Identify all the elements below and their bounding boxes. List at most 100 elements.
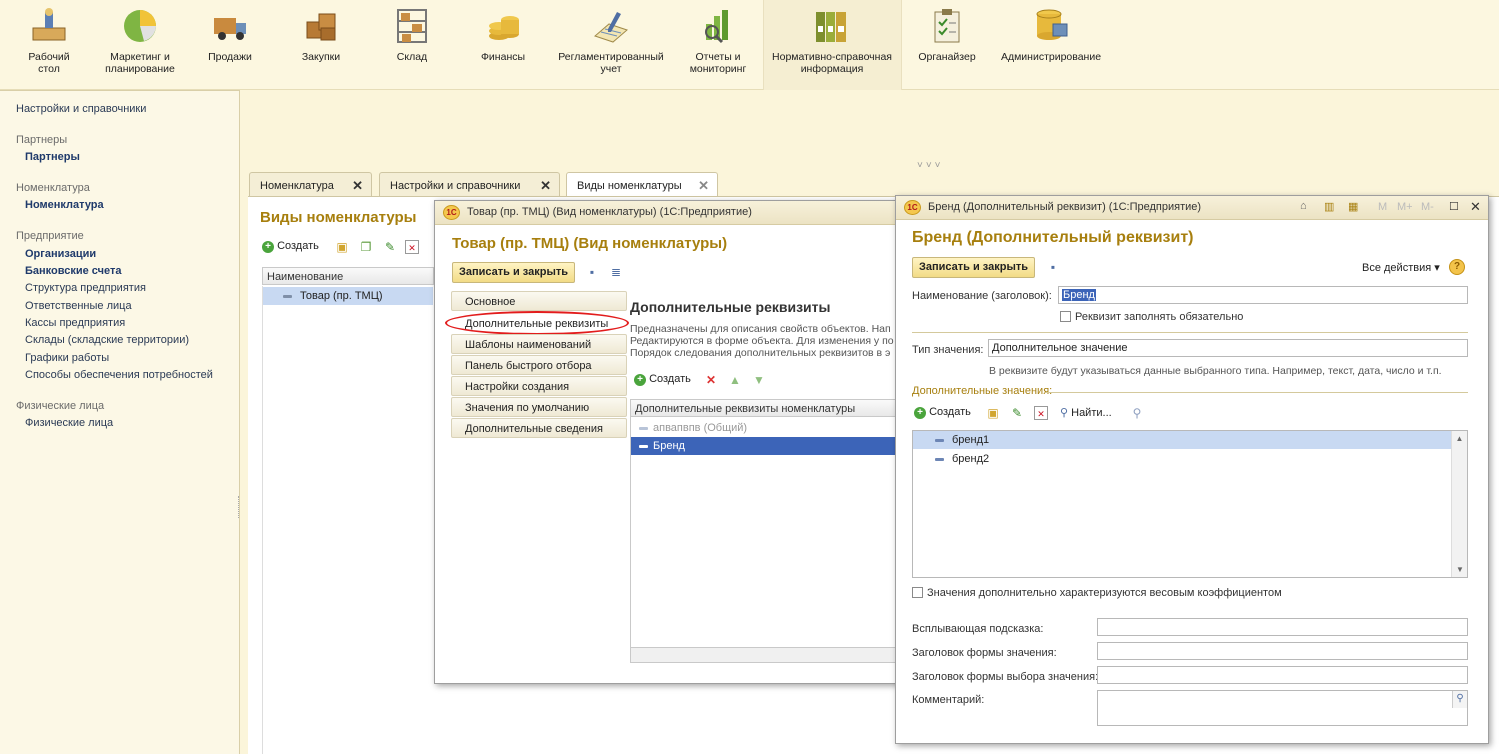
all-actions-menu[interactable]: Все действия ▾ (1362, 261, 1440, 274)
section-administration[interactable]: Администрирование (998, 6, 1104, 63)
close-icon[interactable]: ✕ (540, 178, 551, 194)
section-label: Финансы (480, 51, 526, 63)
scroll-up-icon[interactable]: ▲ (1452, 434, 1467, 443)
values-label: Дополнительные значения: (912, 385, 1053, 397)
save-disk-icon[interactable]: ▪ (585, 265, 599, 279)
section-organizer[interactable]: Органайзер (912, 6, 982, 63)
left-top-link[interactable]: Настройки и справочники (16, 103, 146, 115)
values-create-button[interactable]: + Создать (914, 406, 971, 419)
section-reports[interactable]: Отчеты и мониторинг (684, 6, 752, 75)
list-column-header[interactable]: Наименование (262, 267, 434, 285)
brand-attribute-window: 1С Бренд (Дополнительный реквизит) (1С:П… (895, 195, 1489, 744)
home-icon[interactable]: ⌂ (1300, 200, 1307, 212)
comment-input[interactable]: ⚲ (1097, 690, 1468, 726)
item-window-titlebar[interactable]: 1С Товар (пр. ТМЦ) (Вид номенклатуры) (1… (435, 201, 903, 225)
link-cash-desks[interactable]: Кассы предприятия (25, 317, 125, 329)
edit-pencil-icon[interactable]: ✎ (383, 240, 397, 254)
comment-label: Комментарий: (912, 694, 985, 706)
horizontal-scrollbar[interactable] (630, 647, 904, 663)
maximize-icon[interactable]: ☐ (1449, 200, 1459, 213)
memory-plus-button[interactable]: M+ (1397, 201, 1413, 213)
collapse-handle[interactable]: ˅˅˅ (917, 160, 944, 171)
list-form-title: Виды номенклатуры (260, 209, 417, 226)
link-partners[interactable]: Партнеры (25, 151, 80, 163)
weight-checkbox[interactable] (912, 587, 923, 598)
delete-icon[interactable]: ✕ (1034, 406, 1048, 420)
nav-default-values[interactable]: Значения по умолчанию (451, 397, 627, 417)
vertical-scrollbar[interactable]: ▲ ▼ (1451, 431, 1467, 577)
scroll-down-icon[interactable]: ▼ (1452, 565, 1468, 574)
calendar-icon[interactable]: ▥ (1324, 200, 1334, 213)
move-down-icon[interactable]: ▼ (752, 373, 766, 387)
close-icon[interactable]: ✕ (698, 178, 709, 194)
tab-settings-references[interactable]: Настройки и справочники ✕ (379, 172, 560, 197)
section-sales[interactable]: Продажи (200, 6, 260, 63)
choice-title-input[interactable] (1097, 666, 1468, 684)
required-checkbox[interactable] (1060, 311, 1071, 322)
name-input[interactable]: Бренд (1058, 286, 1468, 304)
desktop-icon (29, 6, 69, 46)
1c-logo-icon: 1С (904, 200, 921, 215)
form-title-input[interactable] (1097, 642, 1468, 660)
magnifier-icon[interactable]: ⚲ (1452, 691, 1467, 708)
section-purchases[interactable]: Закупки (290, 6, 352, 63)
edit-pencil-icon[interactable]: ✎ (1010, 406, 1024, 420)
close-icon[interactable]: ✕ (352, 178, 363, 194)
nav-quick-filter[interactable]: Панель быстрого отбора (451, 355, 627, 375)
section-marketing[interactable]: Маркетинг и планирование (100, 6, 180, 75)
nav-additional-info[interactable]: Дополнительные сведения (451, 418, 627, 438)
value-row-brand2[interactable]: бренд2 (913, 450, 1451, 468)
list-create-button[interactable]: + Создать (262, 240, 319, 253)
boxes-icon (301, 6, 341, 46)
nav-main[interactable]: Основное (451, 291, 627, 311)
find-button[interactable]: ⚲ Найти... (1060, 406, 1112, 419)
save-close-button[interactable]: Записать и закрыть (452, 262, 576, 283)
delete-icon[interactable]: ✕ (405, 240, 419, 254)
tooltip-input[interactable] (1097, 618, 1468, 636)
calculator-icon[interactable]: ▦ (1348, 200, 1358, 213)
tab-item-kinds[interactable]: Виды номенклатуры ✕ (566, 172, 718, 198)
list-icon[interactable]: ≣ (609, 265, 623, 279)
link-individuals[interactable]: Физические лица (25, 417, 113, 429)
link-nomenclature[interactable]: Номенклатура (25, 199, 104, 211)
attribute-row-brand[interactable]: Бренд (631, 437, 904, 455)
link-bank-accounts[interactable]: Банковские счета (25, 265, 122, 277)
help-icon[interactable]: ? (1449, 259, 1465, 275)
nav-name-templates[interactable]: Шаблоны наименований (451, 334, 627, 354)
section-warehouse[interactable]: Склад (382, 6, 442, 63)
close-icon[interactable]: ✕ (1470, 199, 1481, 215)
section-master-data[interactable]: Нормативно-справочная информация (768, 6, 896, 75)
save-close-button[interactable]: Записать и закрыть (912, 257, 1036, 278)
link-supply-methods[interactable]: Способы обеспечения потребностей (25, 369, 213, 381)
brand-window-titlebar[interactable]: 1С Бренд (Дополнительный реквизит) (1С:П… (896, 196, 1488, 220)
binders-icon (812, 6, 852, 46)
link-warehouses[interactable]: Склады (складские территории) (25, 334, 189, 346)
tab-nomenclature[interactable]: Номенклатура ✕ (249, 172, 372, 197)
ledger-icon (591, 6, 631, 46)
link-responsible-persons[interactable]: Ответственные лица (25, 300, 132, 312)
cancel-search-icon[interactable]: ⚲ (1130, 406, 1144, 420)
memory-m-button[interactable]: M (1378, 201, 1387, 213)
type-input[interactable]: Дополнительное значение (988, 339, 1468, 357)
link-enterprise-structure[interactable]: Структура предприятия (25, 282, 146, 294)
add-folder-icon[interactable]: ▣ (986, 406, 1000, 420)
separator (912, 332, 1468, 333)
attribute-row-common[interactable]: апвапвпв (Общий) (631, 419, 904, 437)
save-disk-icon[interactable]: ▪ (1046, 260, 1060, 274)
move-up-icon[interactable]: ▲ (728, 373, 742, 387)
section-finance[interactable]: Финансы (472, 6, 534, 63)
link-work-schedules[interactable]: Графики работы (25, 352, 109, 364)
memory-minus-button[interactable]: M- (1421, 201, 1434, 213)
nav-creation-settings[interactable]: Настройки создания (451, 376, 627, 396)
delete-icon[interactable]: ✕ (704, 373, 718, 387)
section-desktop[interactable]: Рабочий стол (18, 6, 80, 75)
panel-splitter[interactable] (238, 496, 242, 518)
attributes-create-button[interactable]: + Создать (634, 373, 691, 386)
section-regulated-accounting[interactable]: Регламентированный учет (555, 6, 667, 75)
value-row-brand1[interactable]: бренд1 (913, 431, 1451, 449)
list-row-selected[interactable]: Товар (пр. ТМЦ) (263, 287, 433, 305)
copy-icon[interactable]: ❐ (359, 240, 373, 254)
attributes-grid-header[interactable]: Дополнительные реквизиты номенклатуры (630, 399, 904, 417)
add-folder-icon[interactable]: ▣ (335, 240, 349, 254)
link-organizations[interactable]: Организации (25, 248, 96, 260)
